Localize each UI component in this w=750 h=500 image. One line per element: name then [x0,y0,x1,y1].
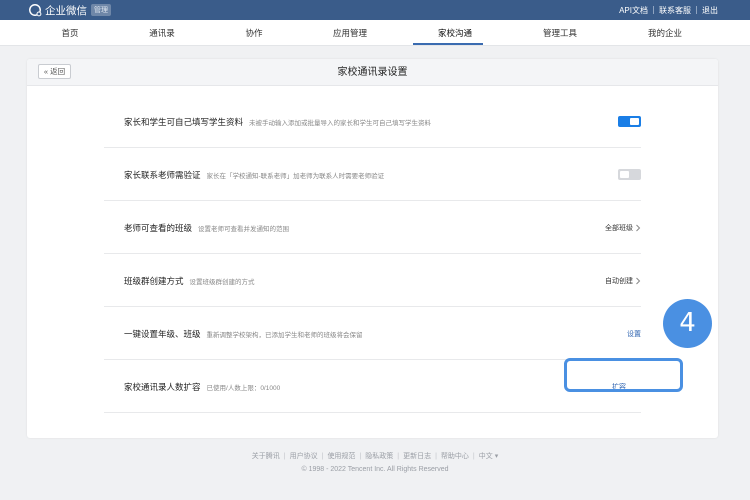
footer-link-changelog[interactable]: 更新日志 [403,451,431,461]
back-button[interactable]: « 返回 [38,64,71,79]
divider: | [359,452,362,460]
nav-item-collaboration[interactable]: 协作 [245,20,262,46]
footer: 关于腾讯 | 用户协议 | 使用规范 | 隐私政策 | 更新日志 | 帮助中心 | 中文 ▾… [0,451,750,474]
api-docs-link[interactable]: API文档 [619,5,648,16]
chevron-right-icon [636,277,641,284]
brand-name: 企业微信 [45,4,87,17]
setting-label: 家长联系老师需验证 [124,169,201,180]
contact-support-link[interactable]: 联系客服 [659,5,691,16]
setting-description: 未被手动输入添加或批量导入的家长和学生可自己填写学生资料 [249,119,432,127]
setting-description: 设置老师可查看并发通知的范围 [198,225,290,233]
main-nav: 首页 通讯录 协作 应用管理 家校沟通 管理工具 我的企业 [0,20,750,46]
setting-row-parent-self-fill: 家长和学生可自己填写学生资料 未被手动输入添加或批量导入的家长和学生可自己填写学… [104,95,641,148]
setting-row-parent-contact-verify: 家长联系老师需验证 家长在「学校通知-联系老师」加老师为联系人时需要老师验证 [104,148,641,201]
parent-self-fill-toggle[interactable] [618,116,641,127]
brand-logo[interactable]: 企业微信 管理 [28,2,111,18]
copyright: © 1998 - 2022 Tencent Inc. All Rights Re… [301,466,449,473]
parent-contact-verify-toggle[interactable] [618,169,641,180]
divider: | [397,452,400,460]
language-select[interactable]: 中文 ▾ [479,451,498,461]
logout-link[interactable]: 退出 [702,5,718,16]
divider: | [283,452,286,460]
setting-row-grade-class-setup: 一键设置年级、班级 重新调整学校架构，已添加学生和老师的班级将会保留 设置 [104,307,641,360]
nav-item-management-tools[interactable]: 管理工具 [543,20,577,46]
select-value: 自动创建 [605,277,633,285]
setting-description: 家长在「学校通知-联系老师」加老师为联系人时需要老师验证 [206,172,385,180]
toggle-knob [630,118,639,125]
grade-class-setup-link[interactable]: 设置 [627,307,641,360]
setting-description: 设置班级群创建的方式 [189,278,255,286]
toggle-knob [620,171,629,178]
nav-item-app-management[interactable]: 应用管理 [333,20,367,46]
footer-links: 关于腾讯 | 用户协议 | 使用规范 | 隐私政策 | 更新日志 | 帮助中心 | 中文 ▾ [0,451,750,461]
divider [653,6,654,14]
footer-link-help[interactable]: 帮助中心 [441,451,469,461]
nav-item-contacts[interactable]: 通讯录 [149,20,175,46]
class-group-creation-select[interactable]: 自动创建 [605,254,641,307]
admin-badge: 管理 [91,4,111,16]
highlight-box [564,358,683,392]
page-title: 家校通讯录设置 [337,67,408,78]
active-tab-indicator [413,43,483,45]
divider: | [472,452,475,460]
nav-item-home[interactable]: 首页 [61,20,78,46]
divider: | [321,452,324,460]
setting-row-class-group-creation: 班级群创建方式 设置班级群创建的方式 自动创建 [104,254,641,307]
setting-description: 已使用/人数上限：0/1000 [206,384,281,392]
top-bar: 企业微信 管理 API文档 联系客服 退出 [0,0,750,20]
footer-link-privacy[interactable]: 隐私政策 [365,451,393,461]
chevron-right-icon [636,224,641,231]
nav-item-my-company[interactable]: 我的企业 [648,20,682,46]
settings-list: 家长和学生可自己填写学生资料 未被手动输入添加或批量导入的家长和学生可自己填写学… [104,95,641,413]
panel-header: 家校通讯录设置 « 返回 [27,59,718,86]
footer-link-usage-rules[interactable]: 使用规范 [327,451,355,461]
footer-link-user-agreement[interactable]: 用户协议 [290,451,318,461]
divider: | [435,452,437,460]
setting-label: 一键设置年级、班级 [124,328,201,339]
setting-row-teacher-visible-classes: 老师可查看的班级 设置老师可查看并发通知的范围 全部班级 [104,201,641,254]
setting-label: 家校通讯录人数扩容 [124,381,201,392]
footer-link-about[interactable]: 关于腾讯 [252,451,280,461]
teacher-visible-classes-select[interactable]: 全部班级 [605,201,641,254]
setting-label: 家长和学生可自己填写学生资料 [124,116,244,127]
setting-row-capacity-expansion: 家校通讯录人数扩容 已使用/人数上限：0/1000 扩容 [104,360,641,413]
setting-label: 老师可查看的班级 [124,222,193,233]
setting-label: 班级群创建方式 [124,275,184,286]
top-links: API文档 联系客服 退出 [619,0,718,20]
wecom-logo-icon [29,4,42,17]
select-value: 全部班级 [605,224,633,232]
divider [696,6,697,14]
step-number-badge: 4 [663,299,712,348]
setting-description: 重新调整学校架构，已添加学生和老师的班级将会保留 [206,331,363,339]
